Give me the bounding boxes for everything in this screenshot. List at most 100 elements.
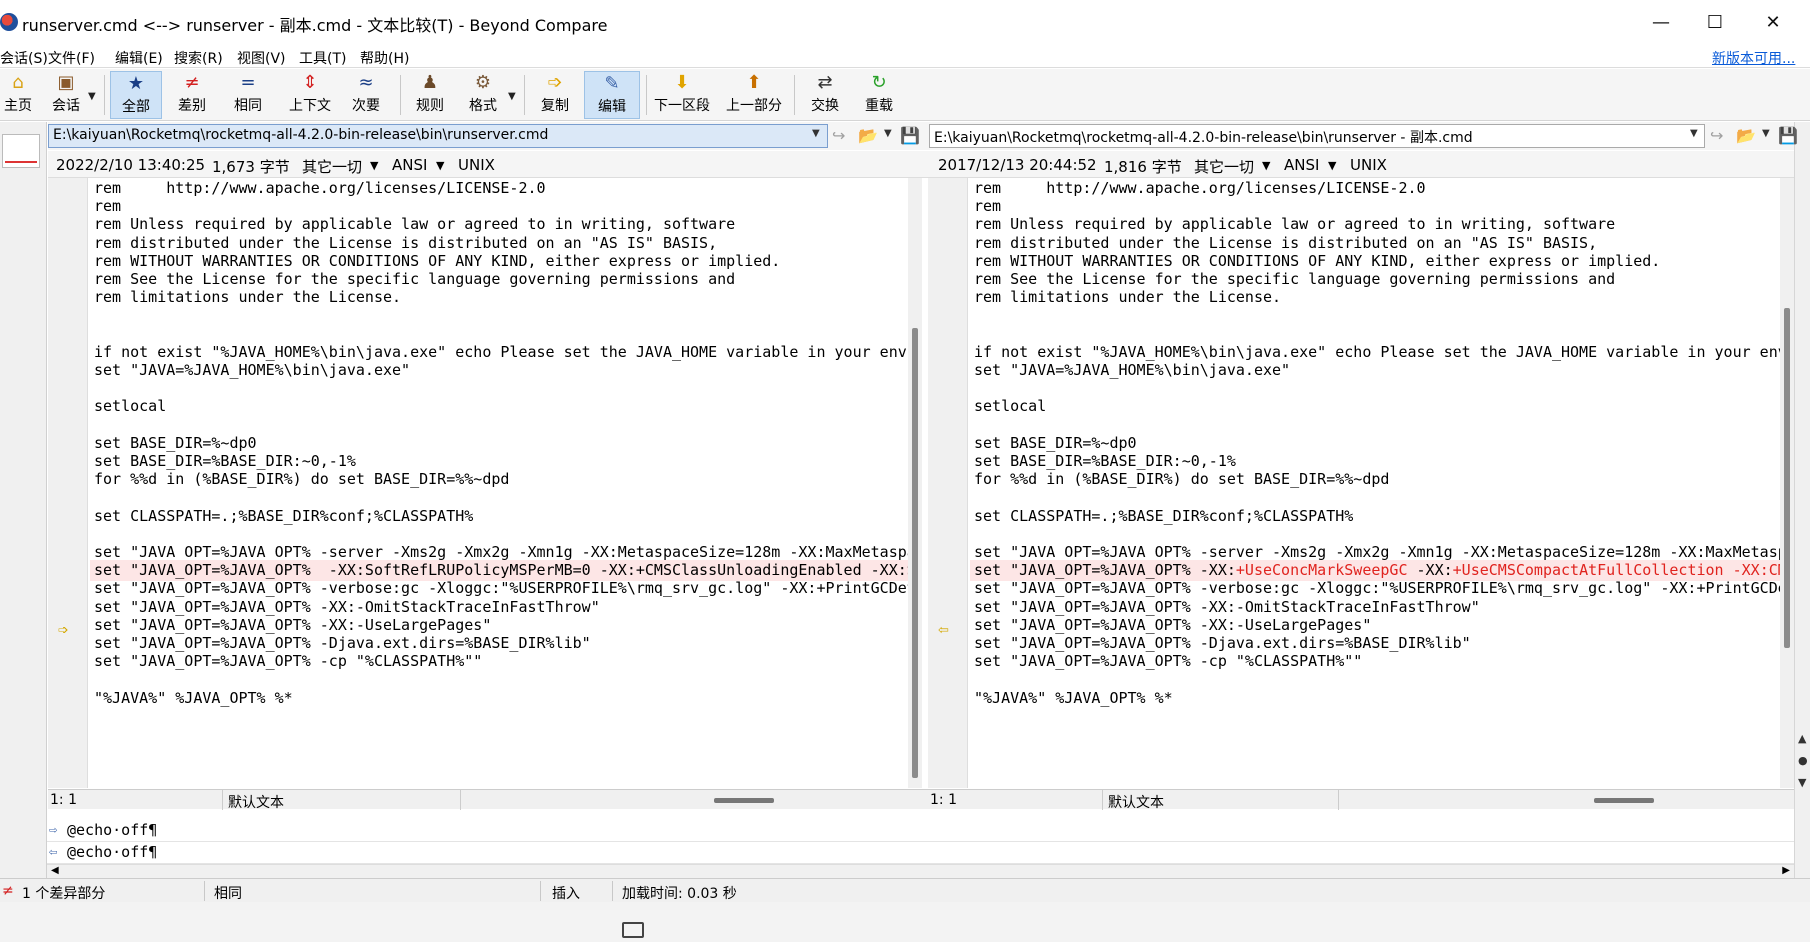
left-horizontal-scroll-thumb[interactable] <box>714 798 774 803</box>
right-encoding[interactable]: ANSI <box>1284 156 1319 174</box>
referee-icon: ♟ <box>421 71 439 93</box>
right-save-icon[interactable]: 💾 <box>1778 126 1798 145</box>
right-file-date: 2017/12/13 20:44:52 <box>938 156 1097 174</box>
right-mode-dropdown-icon[interactable]: ▼ <box>1262 159 1270 172</box>
rules-button[interactable]: ♟ 规则 <box>406 71 454 119</box>
swap-button[interactable]: ⇄ 交换 <box>802 71 848 119</box>
left-line-detail: ⇨ @echo·off¶ <box>47 820 1794 842</box>
show-same-button[interactable]: = 相同 <box>222 71 274 119</box>
approx-icon: ≈ <box>358 71 374 93</box>
left-path-dropdown-icon[interactable]: ▼ <box>812 128 820 139</box>
new-version-link[interactable]: 新版本可用... <box>1712 48 1795 68</box>
status-divider <box>1102 790 1103 810</box>
reload-button[interactable]: ↻ 重载 <box>856 71 902 119</box>
menu-tools[interactable]: 工具(T) <box>299 48 346 68</box>
minimize-button[interactable]: — <box>1634 0 1688 44</box>
left-compare-mode[interactable]: 其它一切 <box>302 156 362 177</box>
right-open-folder-icon[interactable]: 📂 <box>1736 126 1756 145</box>
right-folder-dropdown-icon[interactable]: ▼ <box>1762 128 1770 139</box>
context-button[interactable]: ⇕ 上下文 <box>284 71 336 119</box>
right-text-pane[interactable]: ⇦ rem http://www.apache.org/licenses/LIC… <box>928 178 1794 788</box>
right-edge-strip: ▲ ● ▼ <box>1794 122 1810 878</box>
left-encoding-dropdown-icon[interactable]: ▼ <box>436 159 444 172</box>
not-equal-icon: ≠ <box>184 71 200 93</box>
reload-icon: ↻ <box>871 71 887 93</box>
right-path-input[interactable]: E:\kaiyuan\Rocketmq\rocketmq-all-4.2.0-b… <box>929 124 1705 148</box>
swap-icon: ⇄ <box>817 71 833 93</box>
left-line-ending[interactable]: UNIX <box>458 156 495 174</box>
left-path-input[interactable]: E:\kaiyuan\Rocketmq\rocketmq-all-4.2.0-b… <box>48 124 828 148</box>
right-text-type: 默认文本 <box>1108 795 1164 811</box>
code-line[interactable]: "%JAVA%" %JAVA_OPT% %* <box>90 688 908 709</box>
right-info-bar: 2017/12/13 20:44:52 1,816 字节 其它一切 ▼ ANSI… <box>928 151 1794 178</box>
left-mode-dropdown-icon[interactable]: ▼ <box>370 159 378 172</box>
right-diff-arrow-icon[interactable]: ⇦ <box>938 623 949 638</box>
scroll-left-icon[interactable]: ◀ <box>51 865 59 876</box>
code-line[interactable]: "%JAVA%" %JAVA_OPT% %* <box>970 688 1780 709</box>
overview-thumbnail[interactable] <box>2 134 40 168</box>
detail-horizontal-scrollbar[interactable]: ◀ ▶ <box>47 864 1794 878</box>
diff-count: 1 个差异部分 <box>22 886 106 902</box>
close-button[interactable]: ✕ <box>1746 0 1800 44</box>
home-button[interactable]: ⌂ 主页 <box>0 71 36 119</box>
right-cursor-position: 1: 1 <box>930 792 957 808</box>
load-time: 加载时间: 0.03 秒 <box>622 886 737 902</box>
menu-session[interactable]: 会话(S) <box>0 48 48 68</box>
scroll-up-icon[interactable]: ▲ <box>1798 732 1806 745</box>
left-diff-arrow-icon[interactable]: ➩ <box>58 623 69 638</box>
right-path-dropdown-icon[interactable]: ▼ <box>1690 128 1698 139</box>
right-pane-status: 1: 1 默认文本 <box>928 789 1794 811</box>
left-vertical-scrollbar[interactable] <box>908 178 922 788</box>
format-dropdown-icon[interactable]: ▼ <box>508 91 516 102</box>
menu-file[interactable]: 文件(F) <box>48 48 95 68</box>
left-save-icon[interactable]: 💾 <box>900 126 920 145</box>
session-dropdown-icon[interactable]: ▼ <box>88 91 96 102</box>
taskbar-window-icon[interactable] <box>622 922 644 938</box>
show-all-button[interactable]: ★ 全部 <box>110 71 162 119</box>
edit-button[interactable]: ✎ 编辑 <box>584 71 640 119</box>
right-compare-mode[interactable]: 其它一切 <box>1194 156 1254 177</box>
session-button[interactable]: ▣ 会话 <box>44 71 88 119</box>
arrow-right-icon: ➩ <box>547 71 563 93</box>
title-bar: runserver.cmd <--> runserver - 副本.cmd - … <box>0 0 1810 44</box>
left-go-icon[interactable]: ↪ <box>832 126 845 145</box>
right-line-ending[interactable]: UNIX <box>1350 156 1387 174</box>
right-vertical-scrollbar[interactable] <box>1780 178 1794 788</box>
right-gutter: ⇦ <box>928 178 968 788</box>
home-icon: ⌂ <box>12 71 24 93</box>
menu-search[interactable]: 搜索(R) <box>174 48 223 68</box>
status-divider <box>204 881 205 901</box>
menu-help[interactable]: 帮助(H) <box>360 48 409 68</box>
left-folder-dropdown-icon[interactable]: ▼ <box>884 128 892 139</box>
left-path-bar: E:\kaiyuan\Rocketmq\rocketmq-all-4.2.0-b… <box>48 122 928 150</box>
right-horizontal-scroll-thumb[interactable] <box>1594 798 1654 803</box>
right-code-area[interactable]: rem http://www.apache.org/licenses/LICEN… <box>970 178 1780 788</box>
scroll-right-icon[interactable]: ▶ <box>1782 865 1790 876</box>
menu-edit[interactable]: 编辑(E) <box>115 48 163 68</box>
prev-section-button[interactable]: ⬆ 上一部分 <box>722 71 786 119</box>
left-text-pane[interactable]: ➩ rem http://www.apache.org/licenses/LIC… <box>48 178 922 788</box>
right-scroll-thumb[interactable] <box>1784 308 1790 648</box>
show-diffs-button[interactable]: ≠ 差别 <box>166 71 218 119</box>
menu-view[interactable]: 视图(V) <box>237 48 286 68</box>
format-icon: ⚙ <box>474 71 492 93</box>
left-encoding[interactable]: ANSI <box>392 156 427 174</box>
left-code-area[interactable]: rem http://www.apache.org/licenses/LICEN… <box>90 178 908 788</box>
minor-button[interactable]: ≈ 次要 <box>340 71 392 119</box>
window-title: runserver.cmd <--> runserver - 副本.cmd - … <box>22 16 608 35</box>
maximize-button[interactable]: ☐ <box>1688 0 1742 44</box>
left-gutter: ➩ <box>48 178 88 788</box>
toolbar-separator <box>646 75 647 115</box>
scroll-center-icon[interactable]: ● <box>1798 754 1808 767</box>
copy-button[interactable]: ➩ 复制 <box>532 71 578 119</box>
right-go-icon[interactable]: ↪ <box>1710 126 1723 145</box>
arrow-up-icon: ⬆ <box>746 71 762 93</box>
star-icon: ★ <box>127 72 145 94</box>
left-scroll-thumb[interactable] <box>912 328 918 778</box>
format-button[interactable]: ⚙ 格式 <box>460 71 506 119</box>
next-section-button[interactable]: ⬇ 下一区段 <box>650 71 714 119</box>
left-open-folder-icon[interactable]: 📂 <box>858 126 878 145</box>
scroll-down-icon[interactable]: ▼ <box>1798 776 1806 789</box>
status-divider <box>612 881 613 901</box>
right-encoding-dropdown-icon[interactable]: ▼ <box>1328 159 1336 172</box>
